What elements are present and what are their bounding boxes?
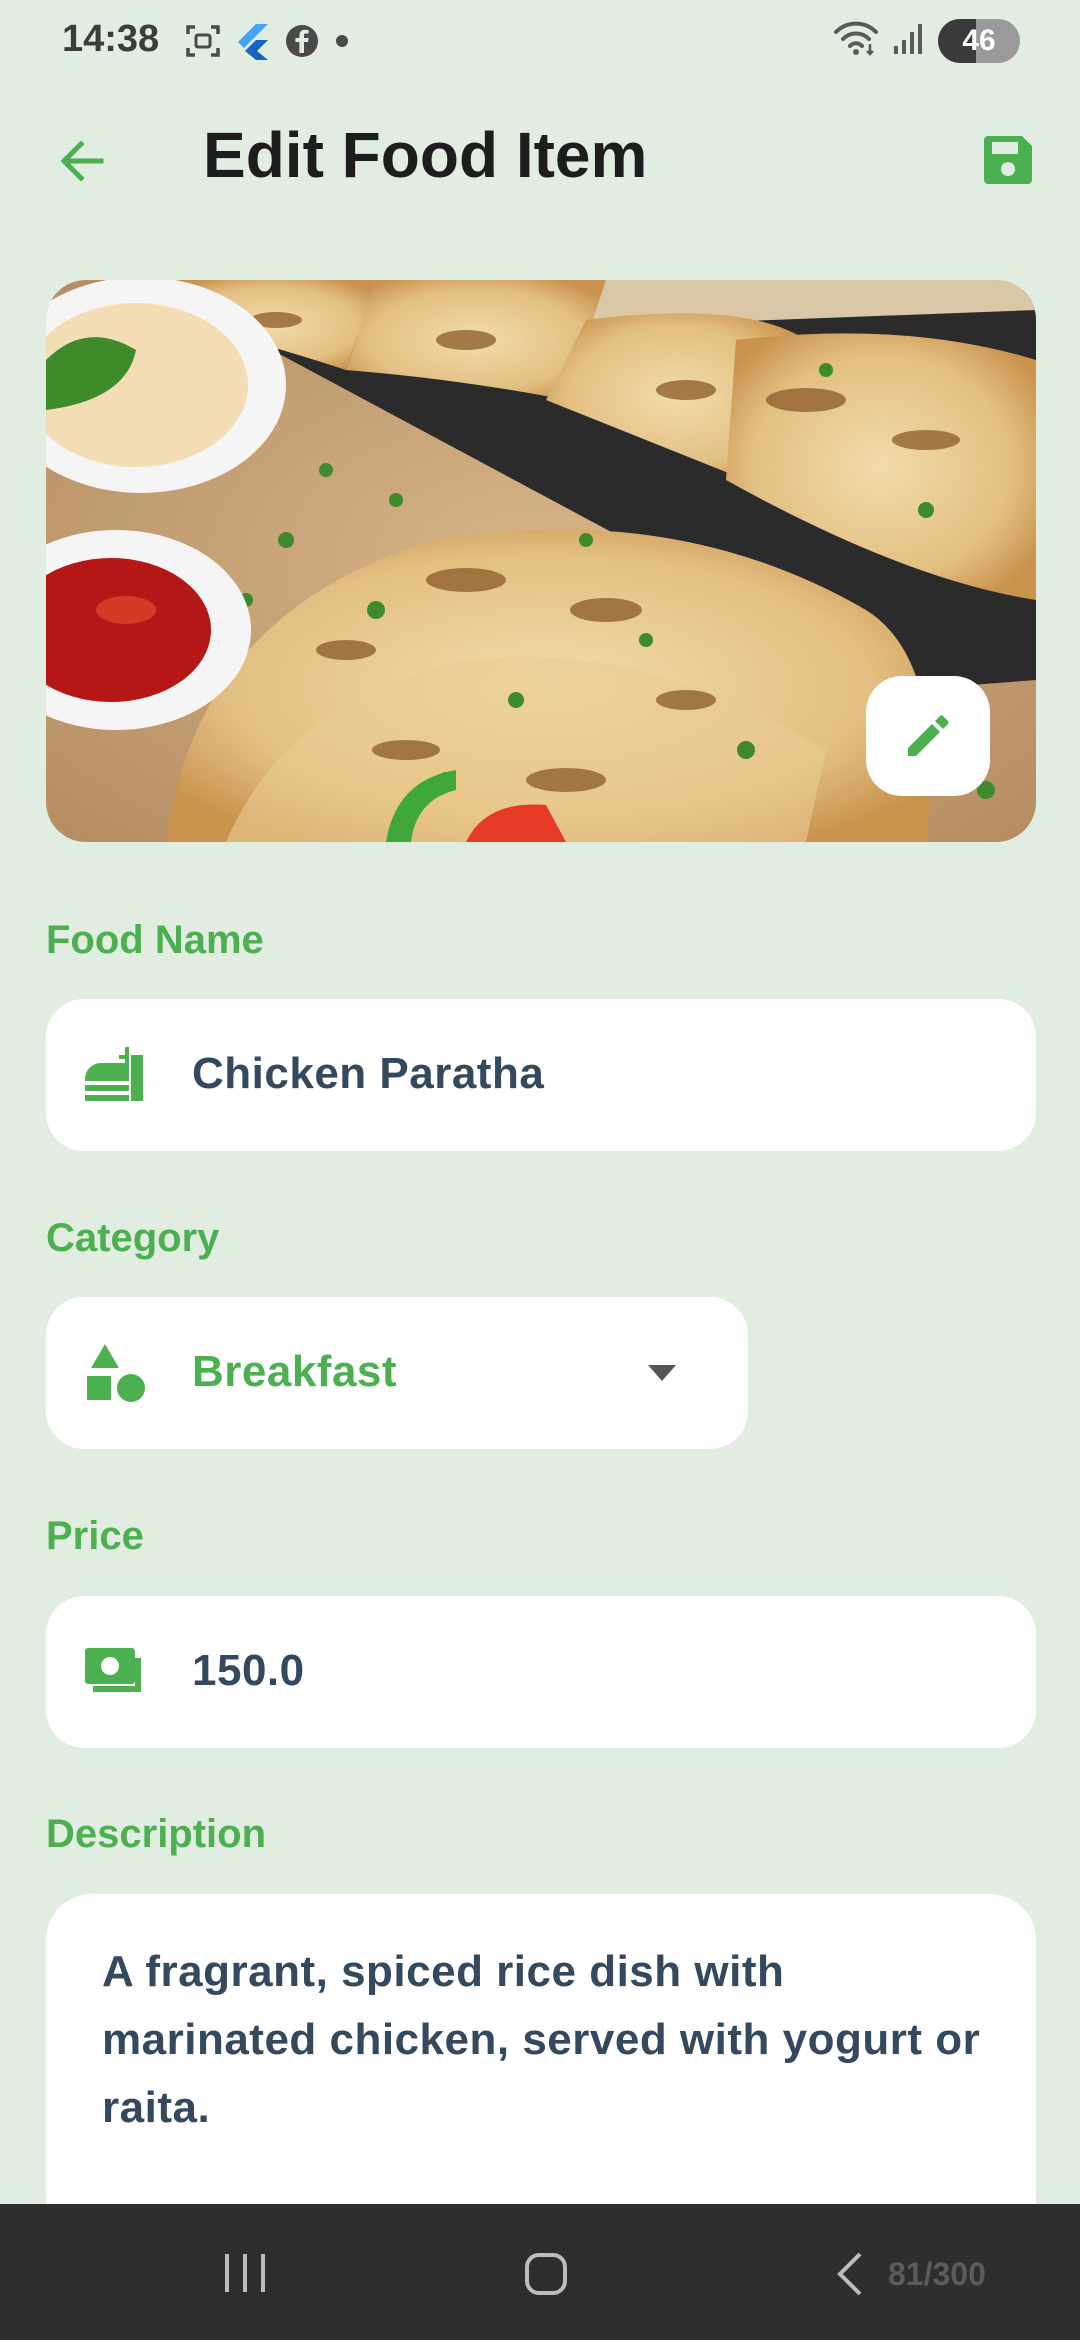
save-icon — [984, 136, 1032, 184]
home-icon — [525, 2253, 567, 2295]
category-value: Breakfast — [192, 1347, 398, 1396]
back-button[interactable] — [46, 126, 116, 196]
price-label: Price — [46, 1514, 144, 1558]
food-icon — [80, 1039, 152, 1111]
recent-apps-button[interactable] — [222, 2250, 268, 2301]
screenshot-icon — [184, 22, 222, 65]
edit-photo-button[interactable] — [866, 676, 990, 796]
battery-icon: 46 — [938, 18, 1020, 63]
price-field[interactable]: 150.0 — [46, 1596, 1036, 1748]
system-nav-bar: 81/300 — [0, 2204, 1080, 2340]
status-icons-right: 46 — [832, 18, 1020, 63]
price-value: 150.0 — [192, 1646, 305, 1695]
status-icons-left — [184, 22, 350, 65]
facebook-icon — [284, 23, 320, 64]
dot-icon — [334, 33, 350, 54]
category-dropdown[interactable]: Breakfast — [46, 1297, 748, 1449]
money-icon — [80, 1636, 152, 1708]
food-name-label: Food Name — [46, 918, 264, 962]
character-counter: 81/300 — [888, 2256, 986, 2292]
category-icon — [80, 1337, 152, 1409]
food-image — [46, 280, 1036, 842]
arrow-left-icon — [60, 140, 104, 182]
chevron-down-icon — [648, 1365, 676, 1381]
nav-back-button[interactable] — [832, 2248, 868, 2305]
pencil-icon — [908, 715, 949, 756]
wifi-icon — [832, 18, 880, 63]
description-value: A fragrant, spiced rice dish with marina… — [102, 1947, 981, 2132]
category-label: Category — [46, 1216, 220, 1260]
save-button[interactable] — [970, 122, 1046, 198]
chevron-left-icon — [837, 2252, 862, 2296]
status-bar: 14:38 46 — [0, 0, 1080, 84]
battery-level: 46 — [962, 23, 996, 57]
recent-apps-icon — [225, 2254, 265, 2292]
description-label: Description — [46, 1812, 267, 1856]
page-title: Edit Food Item — [203, 119, 648, 191]
status-time: 14:38 — [62, 18, 160, 60]
food-name-field[interactable]: Chicken Paratha — [46, 999, 1036, 1151]
flutter-icon — [236, 22, 270, 65]
home-button[interactable] — [522, 2250, 570, 2303]
app-bar: Edit Food Item — [0, 100, 1080, 220]
food-name-value: Chicken Paratha — [192, 1049, 545, 1098]
signal-icon — [892, 20, 926, 61]
